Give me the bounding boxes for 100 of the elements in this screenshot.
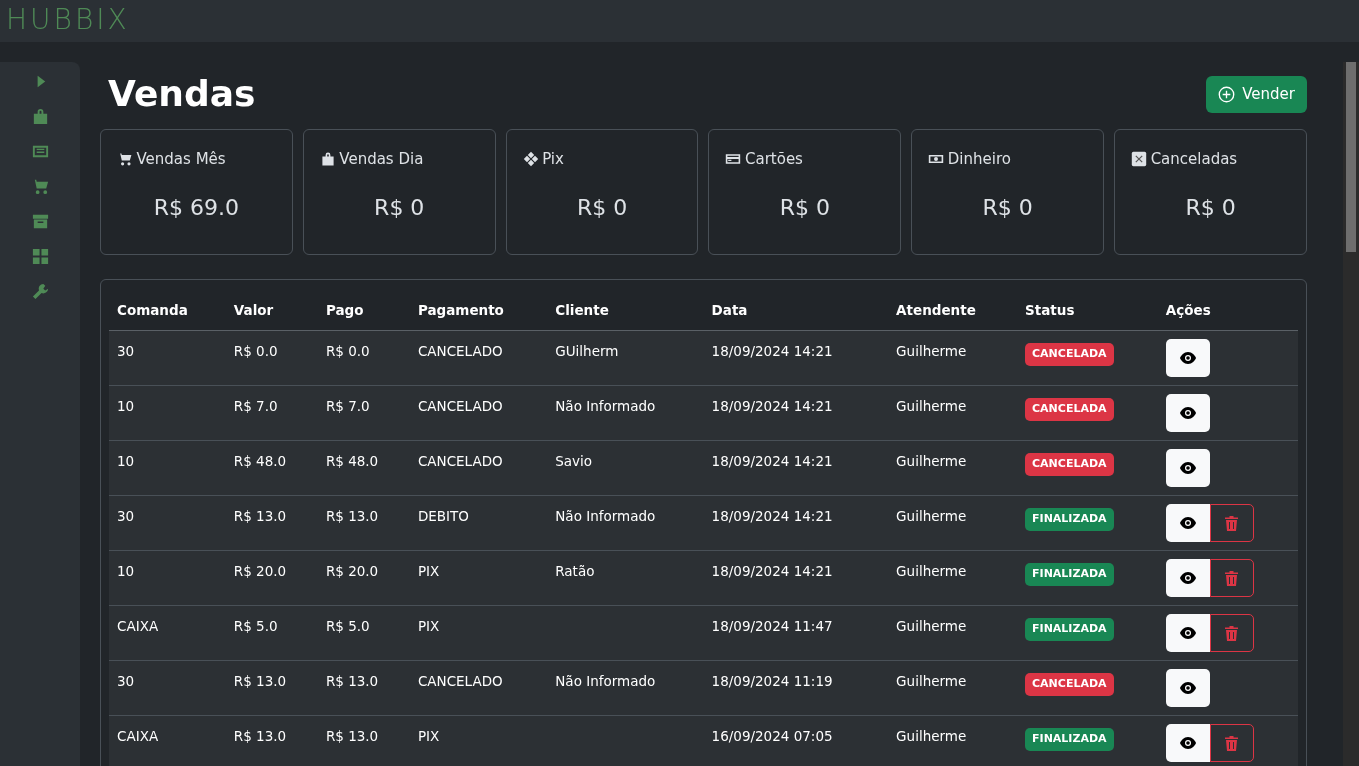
table-cell: R$ 7.0 <box>325 398 370 415</box>
status-badge: CANCELADA <box>1025 453 1114 476</box>
table-cell: PIX <box>417 618 440 635</box>
cart-icon <box>117 151 133 168</box>
table-cell: 18/09/2024 14:21 <box>711 508 833 525</box>
bag-icon <box>319 151 336 168</box>
table-cell: CANCELADO <box>417 673 503 690</box>
table-cell: Guilherme <box>896 728 967 745</box>
table-cell: PIX <box>417 728 440 745</box>
view-button[interactable] <box>1165 339 1210 378</box>
page-title: Vendas <box>108 72 256 116</box>
stat-value: R$ 0 <box>981 193 1034 222</box>
delete-button[interactable] <box>1209 504 1254 543</box>
table-cell: Guilherme <box>896 618 967 635</box>
column-header: Status <box>1017 288 1158 331</box>
view-button[interactable] <box>1165 394 1210 433</box>
eye-icon <box>1179 737 1196 750</box>
table-cell: Guilherme <box>896 563 967 580</box>
status-badge: FINALIZADA <box>1025 728 1114 751</box>
table-cell: 10 <box>117 453 135 470</box>
column-header: Ações <box>1157 288 1298 331</box>
table-cell: 30 <box>117 673 135 690</box>
stat-value: R$ 69.0 <box>152 193 241 222</box>
table-cell: R$ 0.0 <box>325 343 370 360</box>
table-cell: Guilherme <box>896 508 967 525</box>
diamond-icon <box>522 151 539 168</box>
stat-label: Cartões <box>745 149 803 171</box>
stat-value: R$ 0 <box>575 193 629 222</box>
table-cell: Savio <box>555 453 593 470</box>
view-button[interactable] <box>1165 449 1210 488</box>
table-cell: R$ 20.0 <box>233 563 287 580</box>
table-cell: 30 <box>117 343 135 360</box>
scrollbar[interactable] <box>1343 62 1359 766</box>
status-badge: FINALIZADA <box>1025 508 1114 531</box>
table-cell: GUilherm <box>555 343 619 360</box>
view-button[interactable] <box>1165 614 1210 653</box>
delete-button[interactable] <box>1209 724 1254 763</box>
archive-icon[interactable] <box>30 212 50 231</box>
table-cell: 18/09/2024 14:21 <box>711 343 833 360</box>
sell-button[interactable]: Vender <box>1206 76 1307 113</box>
table-cell: 18/09/2024 11:19 <box>711 673 833 690</box>
stat-value: R$ 0 <box>1184 193 1237 222</box>
table-cell: 30 <box>117 508 135 525</box>
delete-button[interactable] <box>1209 559 1254 598</box>
grid-icon[interactable] <box>30 247 50 266</box>
table-cell: 18/09/2024 11:47 <box>711 618 833 635</box>
table-cell: CAIXA <box>117 618 159 635</box>
stat-label: Vendas Dia <box>339 149 424 171</box>
stat-label: Pix <box>542 149 564 171</box>
table-cell: Guilherme <box>896 398 967 415</box>
delete-button[interactable] <box>1209 614 1254 653</box>
table-cell: 10 <box>117 398 135 415</box>
table-cell: R$ 48.0 <box>325 453 379 470</box>
column-header: Data <box>703 288 889 331</box>
table-cell: 18/09/2024 14:21 <box>711 563 833 580</box>
eye-icon <box>1179 682 1196 695</box>
eye-icon <box>1179 462 1196 475</box>
table-cell: R$ 13.0 <box>233 728 287 745</box>
trash-icon <box>1225 625 1239 641</box>
trash-icon <box>1225 515 1239 531</box>
trash-icon <box>1225 570 1239 586</box>
eye-icon <box>1179 407 1196 420</box>
eye-icon <box>1179 517 1196 530</box>
table-cell: CANCELADO <box>417 343 503 360</box>
stat-value: R$ 0 <box>778 193 832 222</box>
table-cell: R$ 13.0 <box>325 728 379 745</box>
table-cell: 10 <box>117 563 135 580</box>
status-badge: FINALIZADA <box>1025 618 1114 641</box>
table-cell: Não Informado <box>555 673 656 690</box>
table-cell: R$ 5.0 <box>233 618 278 635</box>
stat-value: R$ 0 <box>373 193 426 222</box>
table-cell: R$ 5.0 <box>325 618 370 635</box>
table-cell: R$ 13.0 <box>325 673 379 690</box>
status-badge: CANCELADA <box>1025 673 1114 696</box>
table-cell: PIX <box>417 563 440 580</box>
column-header: Comanda <box>109 288 226 331</box>
table-cell: CAIXA <box>117 728 159 745</box>
table-cell: Guilherme <box>896 453 967 470</box>
stat-label: Vendas Mês <box>136 149 226 171</box>
table-cell: DEBITO <box>417 508 469 525</box>
trash-icon <box>1225 735 1239 751</box>
status-badge: CANCELADA <box>1025 343 1114 366</box>
eye-icon <box>1179 572 1196 585</box>
table-cell: 18/09/2024 14:21 <box>711 398 833 415</box>
view-button[interactable] <box>1165 559 1210 598</box>
plus-circle-icon <box>1218 85 1236 103</box>
table-cell: CANCELADO <box>417 453 503 470</box>
table-cell: R$ 48.0 <box>233 453 287 470</box>
column-header: Pago <box>317 288 410 331</box>
view-button[interactable] <box>1165 724 1210 763</box>
table-cell: CANCELADO <box>417 398 503 415</box>
column-header: Cliente <box>547 288 704 331</box>
eye-icon <box>1179 352 1196 365</box>
view-button[interactable] <box>1165 504 1210 543</box>
view-button[interactable] <box>1165 669 1210 708</box>
wrench-icon[interactable] <box>30 282 50 301</box>
table-cell: Guilherme <box>896 673 967 690</box>
table-cell: 16/09/2024 07:05 <box>711 728 833 745</box>
table-cell: R$ 0.0 <box>233 343 278 360</box>
table-cell: Ratão <box>555 563 595 580</box>
